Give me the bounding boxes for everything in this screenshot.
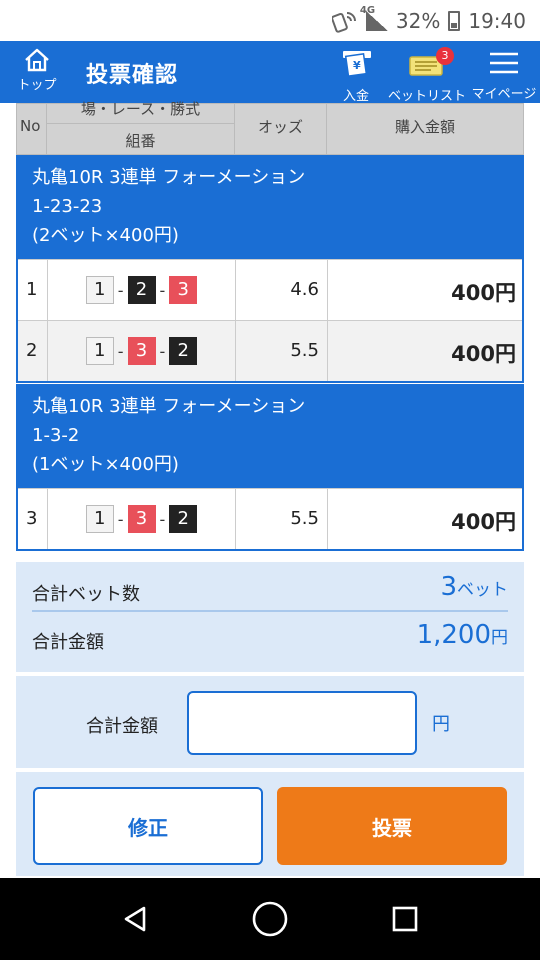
betlist-label: ベットリスト [388, 89, 467, 104]
deposit-label: 入金 [342, 89, 369, 104]
vote-button[interactable]: 投票 [277, 787, 507, 865]
recents-icon[interactable] [390, 904, 420, 934]
app-header: トップ 投票確認 ¥ 入金 3 ベットリスト マイページ [0, 41, 540, 104]
col-odds: オッズ [235, 104, 327, 156]
bet-count-label: 合計ベット数 [32, 584, 140, 605]
total-unit: 円 [491, 628, 508, 648]
clock: 19:40 [468, 8, 526, 33]
group-bet-detail: (2ベット×400円) [32, 225, 179, 246]
combo: 1 - 2 - 3 [48, 260, 236, 320]
amount: 400円 [451, 342, 516, 366]
home-label: トップ [17, 78, 57, 93]
odds: 4.6 [290, 279, 319, 300]
boat-3: 3 [169, 276, 198, 304]
row-no: 2 [26, 340, 38, 361]
betlist-button[interactable]: 3 ベットリスト [388, 47, 467, 104]
table-row: 1 1 - 2 - 3 4.6 400円 [18, 259, 522, 320]
page-title: 投票確認 [86, 63, 179, 88]
battery-percent: 32% [395, 8, 441, 33]
home-nav-icon[interactable] [251, 900, 289, 938]
boat-2: 2 [127, 276, 156, 304]
action-panel: 修正 投票 [16, 772, 524, 876]
home-icon [25, 48, 49, 72]
bet-group: 丸亀10R 3連単 フォーメーション 1-23-23 (2ベット×400円) 1… [16, 155, 524, 383]
bet-group: 丸亀10R 3連単 フォーメーション 1-3-2 (1ベット×400円) 3 1… [16, 384, 524, 551]
page: 4G 32% 19:40 トップ 投票確認 ¥ 入金 3 ベットリスト マイペー… [0, 0, 540, 960]
total-label: 合計金額 [32, 632, 104, 653]
group-combination: 1-3-2 [32, 425, 80, 446]
mypage-button[interactable]: マイページ [470, 49, 538, 102]
confirm-amount-input[interactable] [187, 691, 417, 755]
col-race-top: 場・レース・勝式 [80, 100, 201, 118]
confirm-amount-panel: 合計金額 円 [16, 676, 524, 768]
network-type: 4G [359, 4, 376, 16]
row-no: 3 [26, 508, 38, 529]
confirm-amount-label: 合計金額 [86, 716, 158, 737]
summary-panel: 合計ベット数 3ベット 合計金額 1,200円 [16, 562, 524, 672]
bet-count-value: 3 [440, 572, 457, 602]
boat-1: 1 [85, 337, 114, 365]
boat-2: 2 [169, 505, 198, 533]
amount: 400円 [451, 281, 516, 305]
odds: 5.5 [290, 340, 319, 361]
boat-2: 2 [169, 337, 198, 365]
total-row: 合計金額 1,200円 [32, 616, 508, 660]
total-value: 1,200 [416, 620, 491, 650]
home-button[interactable]: トップ [12, 47, 62, 93]
col-amount: 購入金額 [394, 118, 455, 136]
betlist-badge: 3 [436, 47, 454, 65]
boat-3: 3 [127, 505, 156, 533]
bet-count-row: 合計ベット数 3ベット [32, 568, 508, 612]
table-header: No 場・レース・勝式 組番 オッズ 購入金額 [16, 100, 524, 156]
back-icon[interactable] [120, 904, 150, 934]
group-title: 丸亀10R 3連単 フォーメーション [32, 396, 306, 417]
battery-icon [448, 10, 461, 31]
group-title: 丸亀10R 3連単 フォーメーション [32, 167, 306, 188]
deposit-icon: ¥ [343, 51, 371, 78]
group-bet-detail: (1ベット×400円) [32, 454, 179, 475]
row-no: 1 [26, 279, 38, 300]
wifi-call-icon [331, 9, 358, 33]
col-race: 場・レース・勝式 組番 [47, 100, 235, 156]
boat-3: 3 [127, 337, 156, 365]
deposit-button[interactable]: ¥ 入金 [336, 49, 376, 104]
bet-count-unit: ベット [457, 580, 508, 600]
mypage-label: マイページ [471, 87, 537, 102]
signal-icon: 4G [360, 5, 388, 31]
edit-button[interactable]: 修正 [33, 787, 263, 865]
amount: 400円 [451, 510, 516, 534]
table-row: 3 1 - 3 - 2 5.5 400円 [18, 488, 522, 549]
menu-icon [490, 52, 518, 74]
status-bar: 4G 32% 19:40 [0, 0, 540, 41]
table-row: 2 1 - 3 - 2 5.5 400円 [18, 320, 522, 381]
combo: 1 - 3 - 2 [48, 489, 236, 549]
combo: 1 - 3 - 2 [48, 321, 236, 381]
boat-1: 1 [85, 505, 114, 533]
system-nav-bar [0, 878, 540, 960]
col-no: No [17, 104, 47, 156]
boat-1: 1 [85, 276, 114, 304]
group-combination: 1-23-23 [32, 196, 103, 217]
bet-group-header: 丸亀10R 3連単 フォーメーション 1-3-2 (1ベット×400円) [18, 386, 522, 488]
odds: 5.5 [290, 508, 319, 529]
confirm-amount-unit: 円 [432, 714, 450, 735]
bet-group-header: 丸亀10R 3連単 フォーメーション 1-23-23 (2ベット×400円) [18, 157, 522, 259]
svg-text:¥: ¥ [353, 59, 361, 72]
col-race-bottom: 組番 [125, 132, 156, 150]
